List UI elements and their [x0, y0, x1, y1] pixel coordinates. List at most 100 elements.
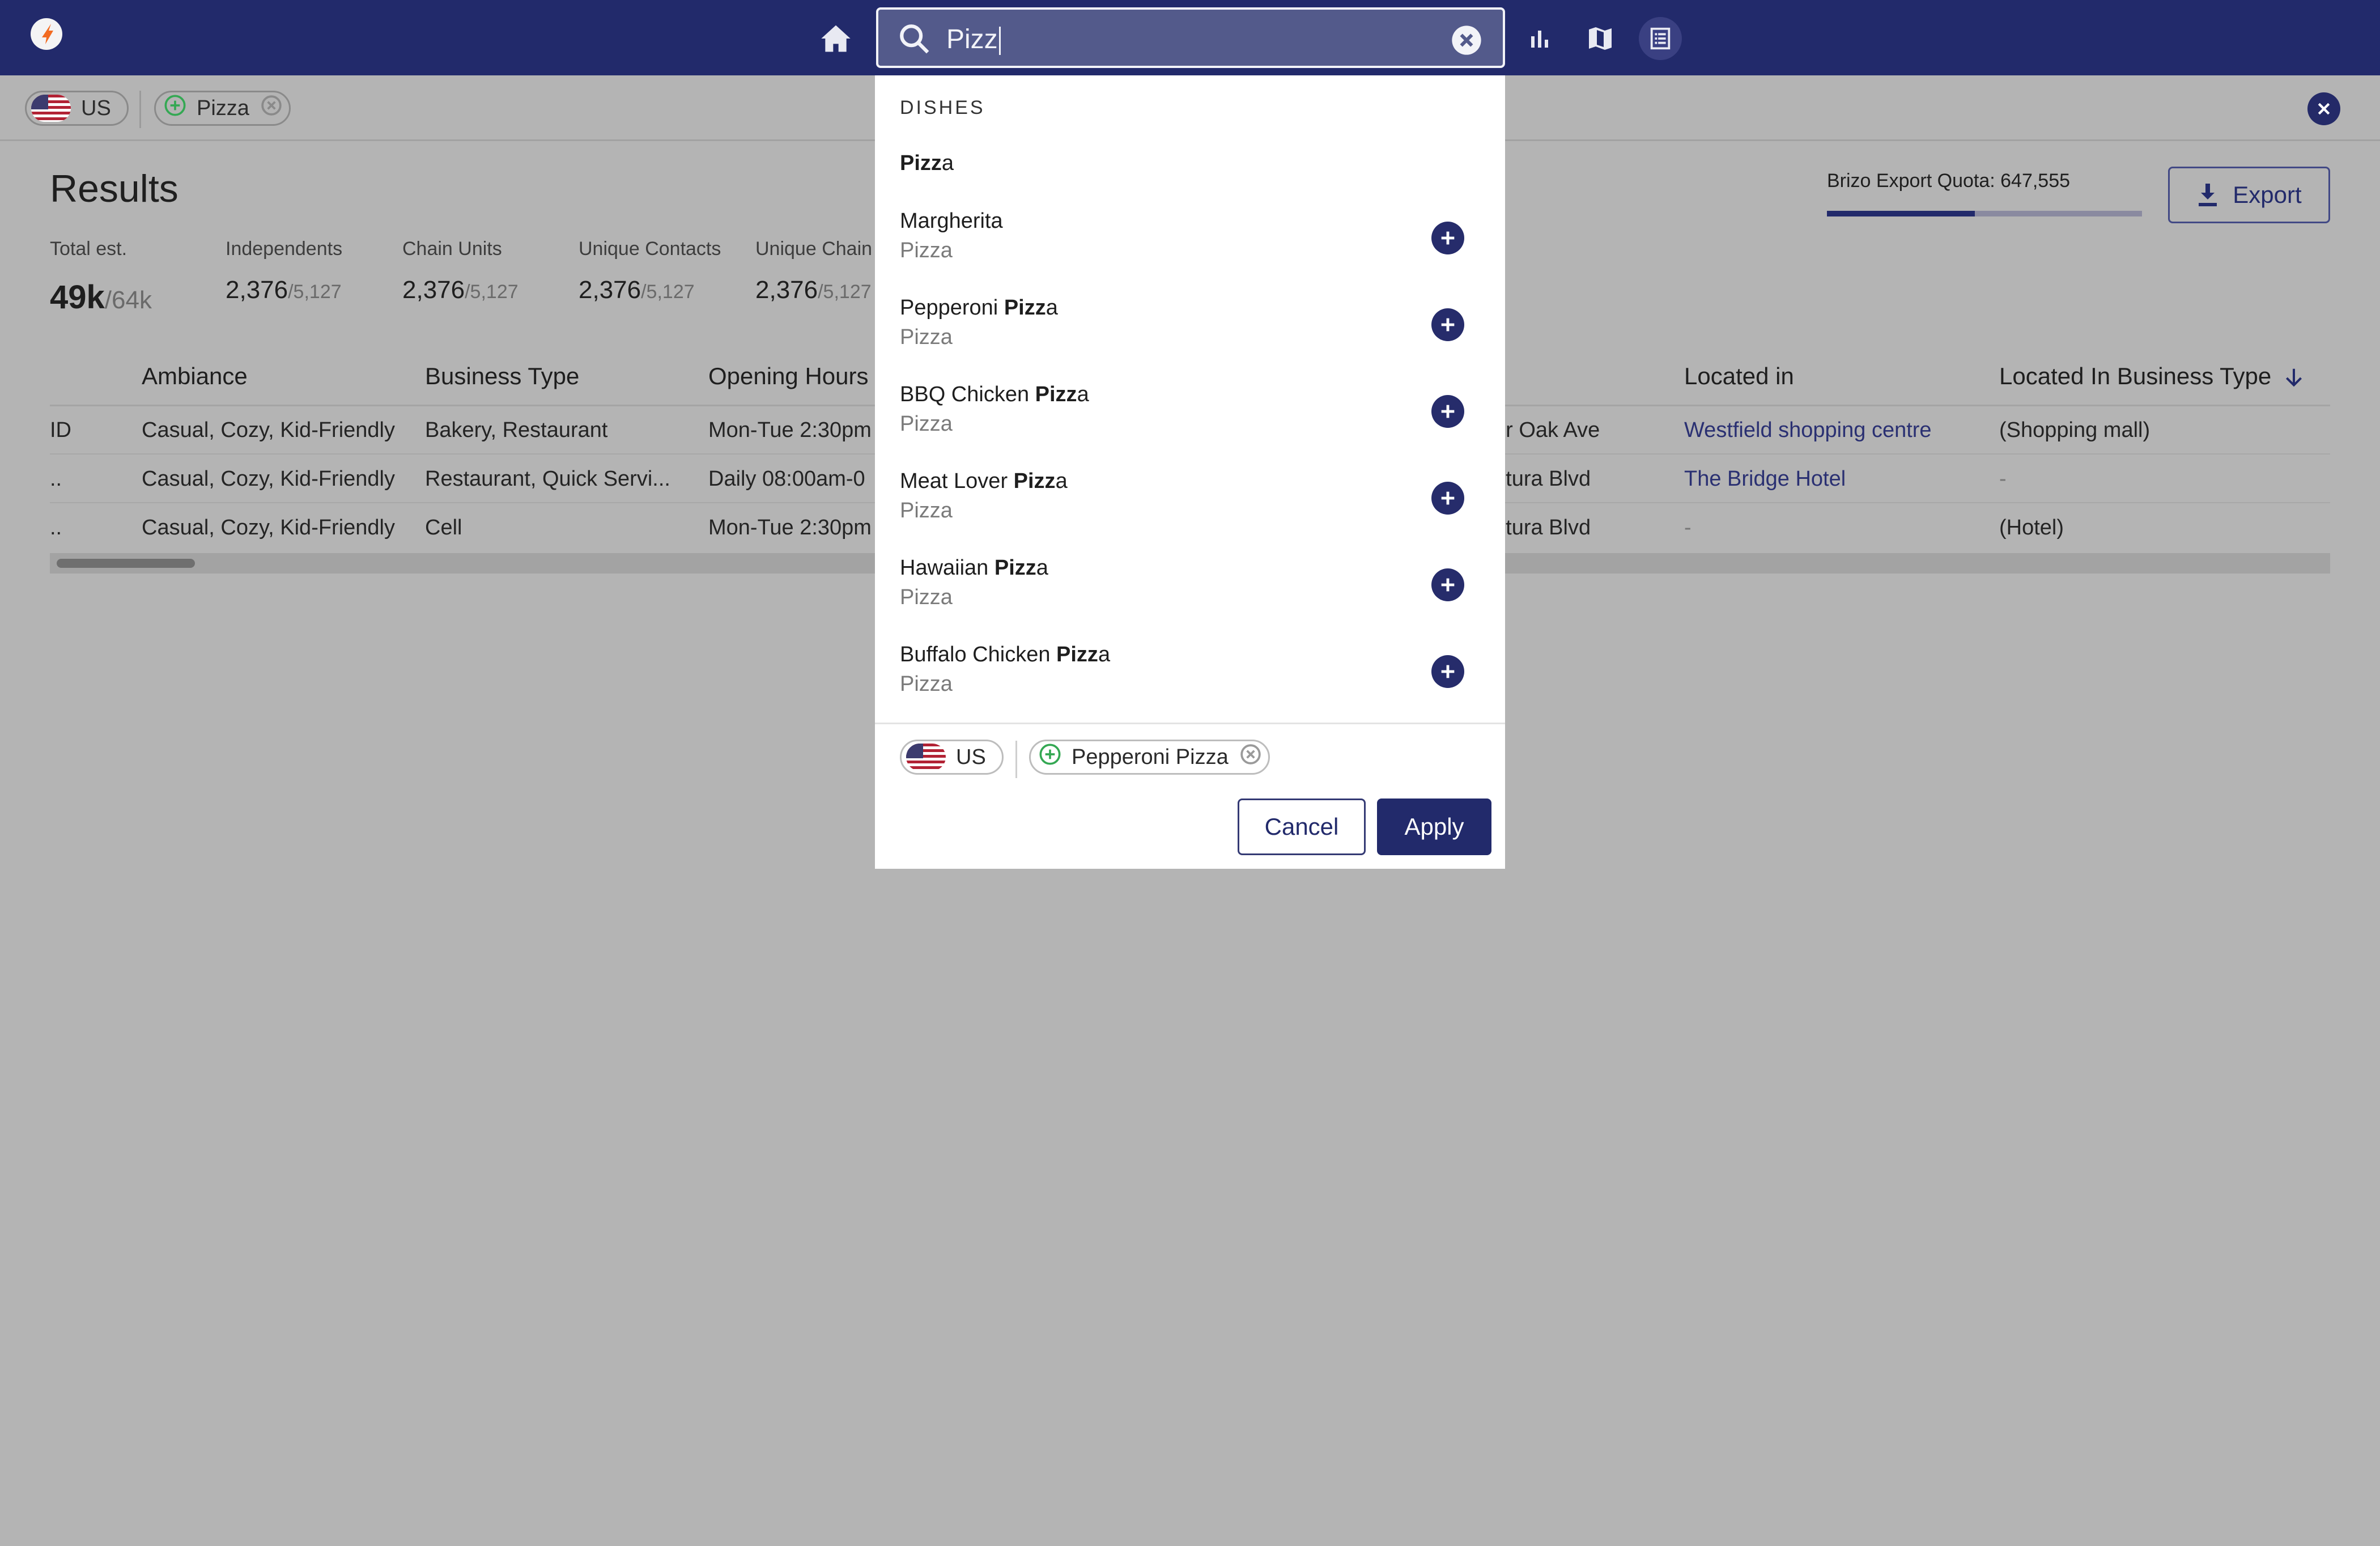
panel-divider — [875, 723, 1505, 724]
option-rest: a — [941, 151, 954, 175]
top-navigation-bar: Pizz — [0, 0, 2380, 75]
stat-sub: /5,127 — [465, 281, 518, 303]
chip-divider — [1015, 741, 1017, 778]
suggestion-option[interactable]: Pizza — [900, 151, 954, 176]
stat-label: Unique Contacts — [579, 238, 721, 260]
suggestion-option-category: Pizza — [900, 585, 953, 609]
stat-label: Total est. — [50, 238, 128, 260]
apply-button[interactable]: Apply — [1377, 799, 1491, 855]
scrollbar-thumb[interactable] — [57, 559, 195, 568]
match-highlight: Pizz — [1013, 469, 1056, 493]
match-highlight: Pizz — [1035, 383, 1077, 406]
close-icon[interactable] — [2307, 92, 2340, 125]
search-input-value: Pizz — [946, 24, 998, 54]
option-title-rest: a — [1055, 469, 1068, 493]
stat-sub: /5,127 — [818, 281, 872, 303]
table-cell-located-in-link[interactable]: Westfield shopping centre — [1684, 418, 1932, 443]
suggestion-option-title[interactable]: Hawaiian Pizza — [900, 556, 1048, 580]
selected-dish-label: Pepperoni Pizza — [1072, 745, 1229, 769]
table-cell-ambiance: Casual, Cozy, Kid-Friendly — [142, 418, 396, 442]
match-highlight: Pizz — [1004, 296, 1046, 320]
clear-circle-icon[interactable] — [1451, 24, 1482, 59]
column-header-ambiance[interactable]: Ambiance — [142, 363, 248, 390]
country-chip[interactable]: US — [25, 91, 129, 126]
text-caret — [998, 27, 1001, 56]
stat-sub: /64k — [104, 286, 152, 314]
suggestion-option-category: Pizza — [900, 325, 953, 349]
table-cell-id: .. — [50, 516, 62, 540]
search-icon — [898, 22, 930, 58]
sort-down-arrow-icon[interactable] — [2284, 367, 2304, 389]
home-icon[interactable] — [814, 17, 857, 60]
remove-chip-icon[interactable] — [1240, 744, 1261, 771]
export-button[interactable]: Export — [2168, 167, 2330, 223]
suggestion-option-title[interactable]: Buffalo Chicken Pizza — [900, 643, 1110, 667]
us-flag-icon — [906, 744, 946, 771]
stat-total: Total est. 49k/64k — [50, 238, 152, 316]
option-title-rest: a — [1046, 296, 1058, 320]
stat-unique-contacts: Unique Contacts 2,376/5,127 — [579, 238, 721, 304]
chip-divider — [139, 91, 141, 128]
remove-chip-icon[interactable] — [261, 95, 282, 122]
option-title-rest: a — [1077, 383, 1089, 406]
stat-value: 2,376 — [579, 276, 641, 304]
export-button-label: Export — [2233, 181, 2302, 208]
column-header-opening-hours[interactable]: Opening Hours — [708, 363, 869, 390]
column-header-business-type[interactable]: Business Type — [425, 363, 579, 390]
option-title-text: Pepperoni — [900, 296, 1004, 320]
stat-sub: /5,127 — [288, 281, 342, 303]
bar-chart-icon[interactable] — [1519, 17, 1562, 60]
search-input[interactable]: Pizz — [946, 23, 1001, 56]
column-header-located-in[interactable]: Located in — [1684, 363, 1794, 390]
download-icon — [2199, 184, 2217, 206]
suggestion-option-title[interactable]: Pepperoni Pizza — [900, 296, 1058, 320]
search-box[interactable]: Pizz — [876, 7, 1505, 68]
stat-value: 2,376 — [402, 276, 465, 304]
table-cell-id: ID — [50, 418, 71, 442]
add-circle-icon[interactable] — [1431, 655, 1464, 688]
table-cell-located-type: (Hotel) — [1999, 516, 2064, 540]
table-cell-located-in-link[interactable]: The Bridge Hotel — [1684, 467, 1846, 491]
table-cell-hours: Mon-Tue 2:30pm — [708, 516, 872, 540]
add-circle-icon[interactable] — [1431, 395, 1464, 428]
suggestion-option-title[interactable]: BBQ Chicken Pizza — [900, 383, 1089, 407]
table-cell-located-type: - — [1999, 467, 2007, 491]
selected-dish-chip[interactable]: Pepperoni Pizza — [1029, 740, 1270, 775]
option-title-text: Buffalo Chicken — [900, 643, 1057, 666]
us-flag-icon — [31, 95, 71, 122]
country-chip-label: US — [956, 745, 986, 769]
list-view-icon[interactable] — [1639, 17, 1682, 60]
add-circle-icon[interactable] — [1431, 308, 1464, 341]
stat-sub: /5,127 — [641, 281, 695, 303]
stat-unique-chain: Unique Chain 2,376/5,127 — [755, 238, 872, 304]
table-cell-hours: Mon-Tue 2:30pm — [708, 418, 872, 442]
filter-chip-pizza[interactable]: Pizza — [154, 91, 291, 126]
plus-circle-icon — [164, 94, 186, 122]
country-chip[interactable]: US — [900, 740, 1004, 775]
table-cell-ambiance: Casual, Cozy, Kid-Friendly — [142, 467, 396, 491]
table-cell-hours: Daily 08:00am-0 — [708, 467, 865, 491]
cancel-button[interactable]: Cancel — [1238, 799, 1366, 855]
add-circle-icon[interactable] — [1431, 568, 1464, 601]
suggestion-option-category: Pizza — [900, 499, 953, 523]
column-header-located-in-business-type[interactable]: Located In Business Type — [1999, 363, 2304, 390]
map-icon[interactable] — [1579, 17, 1622, 60]
add-circle-icon[interactable] — [1431, 482, 1464, 515]
suggestion-option-title[interactable]: Meat Lover Pizza — [900, 469, 1068, 494]
results-title: Results — [50, 167, 178, 210]
export-quota-fill — [1827, 211, 1975, 216]
logo-icon[interactable] — [31, 18, 62, 50]
table-cell-id: .. — [50, 467, 62, 491]
option-title-rest: a — [1098, 643, 1111, 666]
match-highlight: Pizz — [994, 556, 1036, 580]
suggestion-option-category: Pizza — [900, 239, 953, 262]
table-cell-business-type: Cell — [425, 516, 462, 540]
export-quota-label: Brizo Export Quota: 647,555 — [1827, 170, 2071, 192]
add-circle-icon[interactable] — [1431, 222, 1464, 254]
suggestion-option-title[interactable]: Margherita — [900, 209, 1003, 233]
table-cell-address: er Oak Ave — [1494, 418, 1600, 442]
export-quota-bar — [1827, 211, 2142, 216]
section-heading: DISHES — [900, 97, 985, 118]
stat-value: 49k — [50, 279, 105, 316]
country-chip-label: US — [81, 96, 111, 120]
